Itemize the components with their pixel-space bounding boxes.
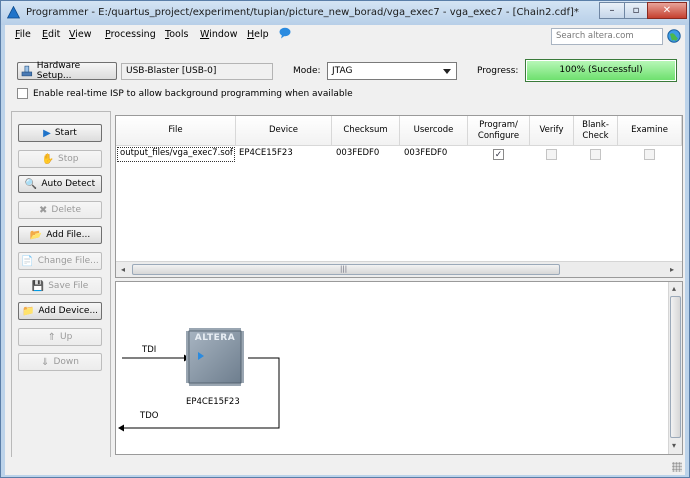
delete-icon: ✖ xyxy=(39,204,48,216)
save-file-button[interactable]: 💾 Save File xyxy=(18,277,102,295)
vertical-scrollbar[interactable]: ▴ ▾ xyxy=(668,282,682,454)
cell-checksum[interactable]: 003FEDF0 xyxy=(334,148,400,162)
save-file-icon: 💾 xyxy=(31,280,45,292)
add-device-button[interactable]: 📁 Add Device... xyxy=(18,302,102,320)
hardware-value: USB-Blaster [USB-0] xyxy=(121,63,273,80)
down-button[interactable]: ⇓ Down xyxy=(18,353,102,371)
cell-usercode[interactable]: 003FEDF0 xyxy=(402,148,468,162)
header-usercode[interactable]: Usercode xyxy=(400,116,468,146)
header-blank-check[interactable]: Blank- Check xyxy=(574,116,618,146)
delete-button[interactable]: ✖ Delete xyxy=(18,201,102,219)
add-device-icon: 📁 xyxy=(21,305,35,317)
header-examine[interactable]: Examine xyxy=(618,116,682,146)
menu-window[interactable]: Window xyxy=(200,29,237,40)
globe-search-icon[interactable] xyxy=(667,29,681,43)
scroll-up-icon[interactable]: ▴ xyxy=(672,284,676,293)
title-bar[interactable]: Programmer - E:/quartus_project/experime… xyxy=(1,1,689,25)
auto-detect-button[interactable]: 🔍 Auto Detect xyxy=(18,175,102,193)
blank-check-checkbox[interactable] xyxy=(590,149,601,160)
isp-checkbox[interactable] xyxy=(17,88,28,99)
header-program-configure[interactable]: Program/ Configure xyxy=(468,116,530,146)
examine-checkbox[interactable] xyxy=(644,149,655,160)
progress-label: Progress: xyxy=(477,66,519,76)
horizontal-scroll-thumb[interactable]: ||| xyxy=(132,264,560,275)
verify-checkbox[interactable] xyxy=(546,149,557,160)
mode-value: JTAG xyxy=(332,66,353,76)
header-checksum[interactable]: Checksum xyxy=(332,116,400,146)
stop-icon: ✋ xyxy=(41,153,54,165)
start-button[interactable]: ▶ Start xyxy=(18,124,102,142)
chevron-down-icon xyxy=(443,69,451,74)
jtag-chain-panel: TDI TDO ALTERA EP4CE15F23 ▴ ▾ xyxy=(115,281,683,455)
menu-processing[interactable]: Processing xyxy=(105,29,156,40)
isp-option[interactable]: Enable real-time ISP to allow background… xyxy=(17,88,353,99)
change-file-button[interactable]: 📄 Change File... xyxy=(18,252,102,270)
window-title: Programmer - E:/quartus_project/experime… xyxy=(26,7,579,18)
hardware-setup-icon xyxy=(21,65,33,77)
header-device[interactable]: Device xyxy=(236,116,332,146)
scroll-right-icon[interactable]: ▸ xyxy=(670,265,674,274)
scroll-left-icon[interactable]: ◂ xyxy=(121,265,125,274)
search-input[interactable]: Search altera.com xyxy=(551,28,663,45)
device-table: File Device Checksum Usercode Program/ C… xyxy=(115,115,683,278)
menu-bar: File Edit View Processing Tools Window H… xyxy=(5,25,685,45)
mode-select[interactable]: JTAG xyxy=(327,62,457,80)
progress-text: 100% (Successful) xyxy=(559,65,643,75)
start-icon: ▶ xyxy=(43,127,51,139)
auto-detect-icon: 🔍 xyxy=(24,178,38,190)
tdo-label: TDO xyxy=(140,411,159,421)
close-button[interactable]: ✕ xyxy=(647,2,687,19)
grip-icon: ||| xyxy=(340,265,348,273)
hardware-setup-button[interactable]: Hardware Setup... xyxy=(17,61,117,81)
programmer-window: Programmer - E:/quartus_project/experime… xyxy=(0,0,690,478)
cell-device[interactable]: EP4CE15F23 xyxy=(237,148,331,162)
down-icon: ⇓ xyxy=(41,356,50,368)
maximize-button[interactable]: ▫ xyxy=(624,2,648,19)
status-bar xyxy=(5,457,685,475)
up-button[interactable]: ⇑ Up xyxy=(18,328,102,346)
progress-bar: 100% (Successful) xyxy=(525,59,677,82)
action-button-panel: ▶ Start ✋ Stop 🔍 Auto Detect ✖ Delete 📂 Add F… xyxy=(11,111,111,471)
client-area: File Edit View Processing Tools Window H… xyxy=(5,25,685,475)
up-icon: ⇑ xyxy=(47,331,57,343)
menu-help[interactable]: Help xyxy=(247,29,269,40)
chip-device-label: EP4CE15F23 xyxy=(186,397,240,407)
menu-file[interactable]: File xyxy=(15,29,31,40)
tdi-label: TDI xyxy=(142,345,157,355)
help-bubble-icon[interactable] xyxy=(279,27,291,39)
stop-button[interactable]: ✋ Stop xyxy=(18,150,102,168)
header-file[interactable]: File xyxy=(116,116,236,146)
program-configure-checkbox[interactable]: ✓ xyxy=(493,149,504,160)
vertical-scroll-thumb[interactable] xyxy=(670,296,681,438)
horizontal-scrollbar[interactable]: ◂ ||| ▸ xyxy=(116,261,682,277)
mode-label: Mode: xyxy=(293,66,321,76)
menu-tools[interactable]: Tools xyxy=(165,29,188,40)
minimize-button[interactable]: – xyxy=(599,2,625,19)
header-verify[interactable]: Verify xyxy=(530,116,574,146)
scroll-down-icon[interactable]: ▾ xyxy=(672,441,676,450)
menu-view[interactable]: View xyxy=(69,29,92,40)
resize-grip-icon[interactable] xyxy=(672,462,682,472)
add-file-button[interactable]: 📂 Add File... xyxy=(18,226,102,244)
programmer-app-icon xyxy=(7,6,20,19)
cell-file[interactable]: output_files/vga_exec7.sof xyxy=(117,147,235,162)
change-file-icon: 📄 xyxy=(21,255,34,267)
add-file-icon: 📂 xyxy=(29,229,43,241)
isp-label: Enable real-time ISP to allow background… xyxy=(33,88,353,99)
hardware-setup-label: Hardware Setup... xyxy=(36,61,81,81)
menu-edit[interactable]: Edit xyxy=(42,29,60,40)
chip-brand: ALTERA xyxy=(194,333,236,343)
